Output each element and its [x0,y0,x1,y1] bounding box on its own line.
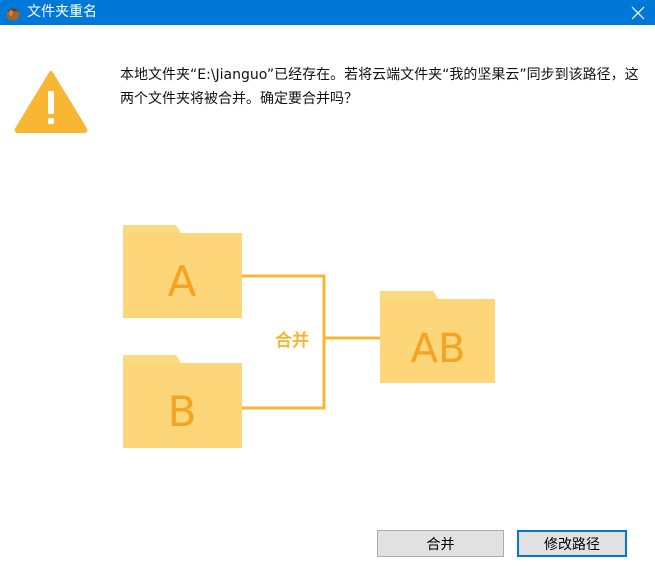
change-path-button[interactable]: 修改路径 [517,530,627,557]
dialog-window: 文件夹重名 本地文件夹“E:\Jianguo”已经存在。若将云端文件夹“我的坚果… [0,0,655,568]
window-title: 文件夹重名 [27,4,97,20]
folder-a-label: A [168,257,197,306]
folder-ab-label: AB [411,326,466,372]
merge-diagram-label: 合并 [275,330,309,351]
folder-b-icon: B [123,355,242,448]
warning-message: 本地文件夹“E:\Jianguo”已经存在。若将云端文件夹“我的坚果云”同步到该… [120,67,639,107]
close-icon [631,6,645,19]
title-bar: 文件夹重名 [0,0,655,25]
folder-a-icon: A [123,225,242,318]
folder-b-label: B [168,387,197,436]
warning-icon [14,71,88,133]
merge-diagram: A B 合并 AB [123,225,495,448]
merge-button[interactable]: 合并 [377,530,504,557]
jianguoyun-acorn-icon [6,8,20,21]
folder-ab-icon: AB [380,291,495,383]
close-button[interactable] [621,0,655,25]
